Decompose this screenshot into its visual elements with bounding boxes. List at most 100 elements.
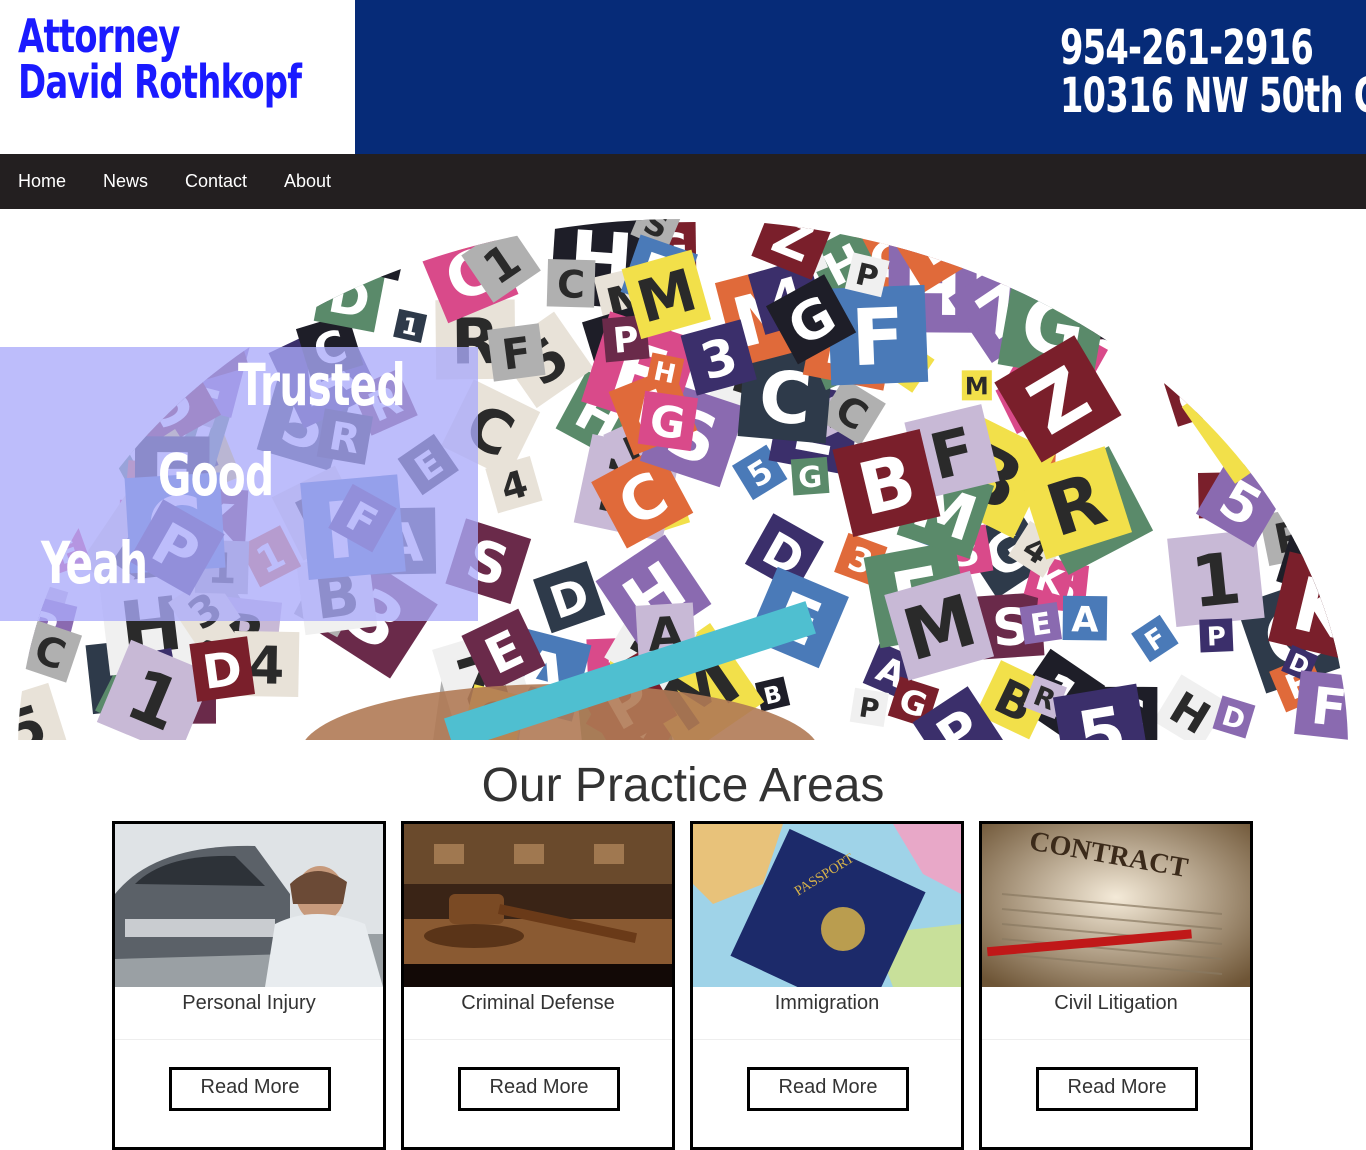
collage-tile: F xyxy=(1181,353,1312,484)
collage-tile: 5 xyxy=(110,305,157,352)
collage-tile: D xyxy=(313,260,386,333)
collage-tile: P xyxy=(1199,618,1234,653)
svg-text:Z: Z xyxy=(1301,444,1329,477)
svg-text:3: 3 xyxy=(1264,362,1297,417)
read-more-button[interactable]: Read More xyxy=(1036,1067,1198,1111)
collage-tile: P xyxy=(104,229,155,280)
collage-tile: Z xyxy=(1120,219,1163,256)
nav-contact[interactable]: Contact xyxy=(185,171,247,192)
tagline-overlay: Trusted Good Yeah xyxy=(0,347,478,621)
collage-tile: 3 xyxy=(1251,358,1311,418)
svg-text:5: 5 xyxy=(201,291,234,335)
collage-tile: 4 xyxy=(198,264,264,330)
svg-text:D: D xyxy=(37,209,103,286)
svg-text:P: P xyxy=(1098,287,1134,339)
collage-tile: Z xyxy=(180,209,302,281)
svg-text:F: F xyxy=(1309,677,1350,739)
collage-tile: F xyxy=(1131,614,1179,663)
svg-text:4: 4 xyxy=(210,271,253,326)
svg-text:D: D xyxy=(199,641,245,701)
collage-tile: R xyxy=(1269,469,1304,504)
card-divider xyxy=(404,1039,672,1040)
collage-tile: M xyxy=(961,370,992,401)
site-header: Attorney David Rothkopf 954-261-2916 103… xyxy=(0,0,1366,154)
site-logo[interactable]: Attorney David Rothkopf xyxy=(0,0,355,154)
tagline-trusted: Trusted xyxy=(238,351,406,419)
collage-tile: M xyxy=(93,264,172,343)
svg-text:C: C xyxy=(1263,217,1347,312)
card-title: Criminal Defense xyxy=(461,992,615,1014)
collage-tile: 3 xyxy=(1258,356,1348,464)
collage-tile: D xyxy=(20,209,120,287)
collage-tile: D xyxy=(533,560,606,634)
collage-tile: C xyxy=(92,247,149,305)
svg-text:P: P xyxy=(611,320,640,362)
svg-text:F: F xyxy=(850,292,907,384)
passport-image: PASSPORT xyxy=(693,824,961,987)
read-more-button[interactable]: Read More xyxy=(747,1067,909,1111)
svg-text:A: A xyxy=(1036,236,1063,269)
practice-areas-heading: Our Practice Areas xyxy=(481,759,885,812)
collage-tile: Z xyxy=(1295,439,1335,479)
svg-text:G: G xyxy=(797,459,823,495)
collage-tile: H xyxy=(1054,259,1112,316)
collage-tile: F xyxy=(1294,670,1350,740)
collage-tile: E xyxy=(1019,601,1063,645)
collage-tile: S xyxy=(1183,336,1223,377)
card-divider xyxy=(982,1039,1250,1040)
svg-text:S: S xyxy=(1190,341,1217,374)
svg-text:M: M xyxy=(1168,270,1267,377)
gavel-image xyxy=(404,824,672,987)
collage-tile: S xyxy=(313,219,418,281)
svg-text:S: S xyxy=(141,209,175,250)
collage-tile: A xyxy=(18,280,78,348)
card-divider xyxy=(115,1039,383,1040)
svg-text:C: C xyxy=(124,210,196,301)
collage-tile: D xyxy=(1288,209,1362,279)
svg-text:3: 3 xyxy=(1275,369,1348,454)
collage-tile: C xyxy=(1245,217,1348,321)
collage-tile: G xyxy=(637,390,699,452)
collage-tile: A xyxy=(1220,323,1327,430)
tagline-yeah: Yeah xyxy=(41,529,148,597)
svg-text:D: D xyxy=(1267,264,1332,339)
logo-line-name: David Rothkopf xyxy=(18,55,302,109)
collage-tile: K xyxy=(985,219,1054,288)
svg-text:A: A xyxy=(1184,244,1235,306)
svg-text:A: A xyxy=(1071,600,1099,640)
tagline-good: Good xyxy=(158,441,274,509)
practice-card-personal-injury: Personal Injury Read More xyxy=(112,821,386,1150)
practice-card-civil-litigation: CONTRACT Civil Litigation Read More xyxy=(979,821,1253,1150)
svg-text:D: D xyxy=(1302,209,1362,278)
svg-text:P: P xyxy=(113,234,146,278)
svg-text:Z: Z xyxy=(195,209,283,270)
main-nav: Home News Contact About xyxy=(0,154,1366,209)
read-more-button[interactable]: Read More xyxy=(458,1067,620,1111)
car-accident-image xyxy=(115,824,383,987)
card-title: Personal Injury xyxy=(182,992,316,1014)
read-more-button[interactable]: Read More xyxy=(169,1067,331,1111)
collage-tile: P xyxy=(1087,283,1145,341)
nav-about[interactable]: About xyxy=(284,171,331,192)
svg-text:M: M xyxy=(100,270,165,340)
card-title: Immigration xyxy=(774,992,880,1014)
collage-tile: A xyxy=(1172,237,1245,310)
collage-tile: F xyxy=(487,323,546,382)
collage-tile: A xyxy=(142,209,251,280)
collage-tile: S xyxy=(132,209,184,253)
collage-tile: 1 xyxy=(393,308,428,343)
collage-tile: C xyxy=(546,258,596,308)
svg-text:C: C xyxy=(556,262,585,307)
svg-text:M: M xyxy=(965,372,989,400)
collage-tile: 5 xyxy=(18,682,70,740)
svg-text:G: G xyxy=(647,396,689,450)
nav-news[interactable]: News xyxy=(103,171,148,192)
phone-number[interactable]: 954-261-2916 xyxy=(1060,24,1314,72)
collage-tile: B xyxy=(754,676,791,712)
contract-image: CONTRACT xyxy=(982,824,1250,987)
collage-tile: H xyxy=(1153,674,1229,740)
hero-banner: M1C5MEGEER3C3G551SACGAH43PHSS1HSCARHPMMA… xyxy=(0,209,1366,740)
svg-text:H: H xyxy=(1064,263,1103,314)
svg-text:A: A xyxy=(157,209,234,273)
nav-home[interactable]: Home xyxy=(18,171,66,192)
